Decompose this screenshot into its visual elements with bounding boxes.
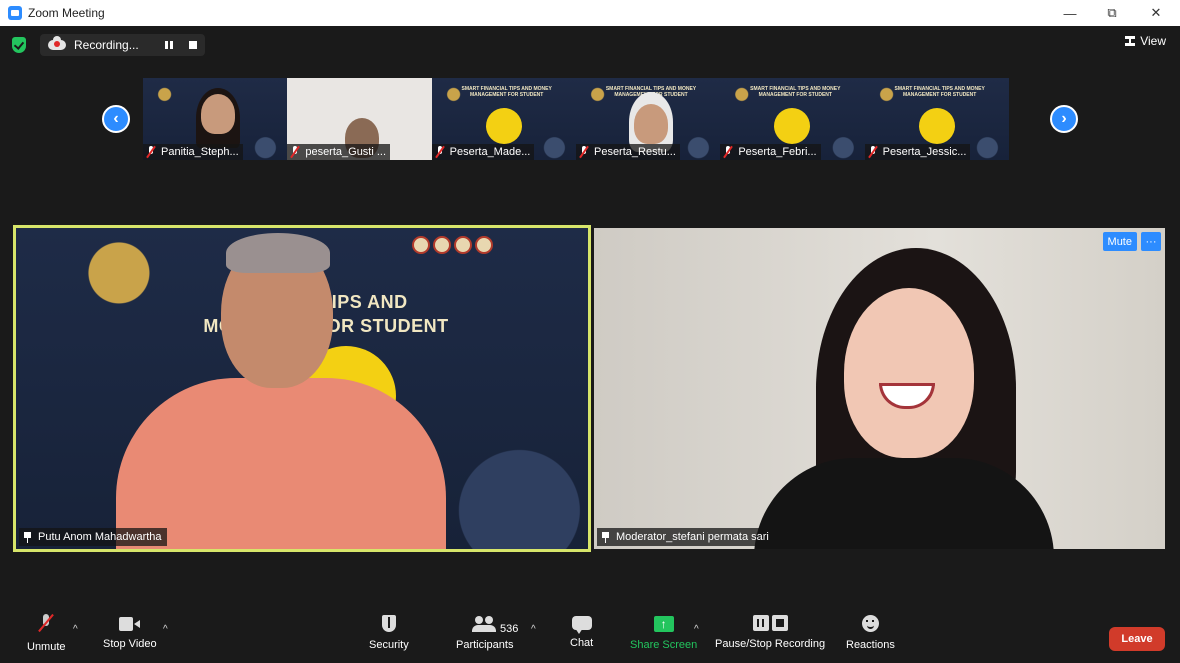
zoom-app-icon: [8, 6, 22, 20]
participants-icon: [471, 616, 498, 632]
participant-thumbnail[interactable]: SMART FINANCIAL TIPS AND MONEY MANAGEMEN…: [864, 78, 1009, 160]
mic-muted-icon: [723, 146, 733, 158]
sun-graphic: [918, 108, 955, 144]
active-speaker-tile[interactable]: SMA AL TIPS AND MONEY M T FOR STUDENT Pu…: [13, 225, 591, 552]
participant-name: Peserta_Made...: [449, 146, 531, 158]
participant-name: Peserta_Jessic...: [882, 146, 967, 158]
stop-recording-icon[interactable]: [188, 41, 197, 49]
moderator-name: Moderator_stefani permata sari: [616, 531, 769, 543]
meeting-stage: Recording... View ‹ › Panitia_Steph... p…: [0, 26, 1180, 663]
chat-button[interactable]: Chat: [570, 614, 593, 649]
encryption-shield-icon[interactable]: [12, 37, 26, 53]
participant-name-tag: Peserta_Febri...: [720, 144, 821, 160]
participant-name: Panitia_Steph...: [161, 146, 239, 158]
pause-stop-recording-button[interactable]: Pause/Stop Recording: [715, 614, 825, 650]
moderator-name-tag: Moderator_stefani permata sari: [597, 528, 774, 546]
participants-label: Participants: [456, 639, 514, 651]
stop-video-button[interactable]: Stop Video: [103, 614, 157, 650]
moderator-video-face: [844, 288, 974, 458]
mic-muted-icon: [435, 146, 445, 158]
recording-indicator: Recording...: [40, 34, 205, 56]
video-camera-icon: [118, 617, 141, 631]
participants-count: 536: [500, 623, 519, 635]
sponsor-logos: [412, 236, 493, 254]
gallery-view-icon: [1125, 36, 1136, 46]
pin-icon: [23, 531, 32, 543]
participant-face: [633, 104, 668, 144]
participant-name-tag: Peserta_Made...: [431, 144, 535, 160]
security-shield-icon: [381, 615, 396, 632]
participant-thumbnail[interactable]: peserta_Gusti ...: [287, 78, 432, 160]
participant-name: Peserta_Febri...: [738, 146, 817, 158]
slide-header-text: SMART FINANCIAL TIPS AND MONEY MANAGEMEN…: [750, 86, 841, 98]
participant-name: peserta_Gusti ...: [305, 146, 387, 158]
participant-name-tag: peserta_Gusti ...: [287, 144, 391, 160]
pin-icon: [601, 531, 610, 543]
security-label: Security: [369, 639, 409, 651]
participant-thumbnail[interactable]: SMART FINANCIAL TIPS AND MONEY MANAGEMEN…: [720, 78, 865, 160]
participant-thumbnail[interactable]: Panitia_Steph...: [143, 78, 288, 160]
stop-video-label: Stop Video: [103, 638, 157, 650]
speaker-video-hair: [226, 233, 330, 273]
chat-bubble-icon: [571, 616, 592, 634]
mic-muted-icon: [146, 146, 156, 158]
chat-label: Chat: [570, 637, 594, 649]
share-options-caret[interactable]: ^: [694, 624, 699, 635]
participant-name-tag: Peserta_Restu...: [575, 144, 680, 160]
mic-muted-icon: [868, 146, 878, 158]
participant-thumbnail[interactable]: SMART FINANCIAL TIPS AND MONEY MANAGEMEN…: [431, 78, 576, 160]
unmute-button[interactable]: Unmute: [27, 614, 66, 653]
participant-name-tag: Peserta_Jessic...: [864, 144, 971, 160]
meeting-info-bar: Recording...: [12, 34, 205, 56]
mic-muted-icon: [579, 146, 589, 158]
reactions-smiley-icon: [861, 615, 879, 632]
pause-recording-icon[interactable]: [164, 41, 173, 49]
minimize-button[interactable]: —: [1048, 0, 1092, 26]
audio-options-caret[interactable]: ^: [73, 624, 78, 635]
mic-muted-icon: [290, 146, 300, 158]
participant-face: [201, 94, 235, 134]
security-button[interactable]: Security: [369, 614, 409, 651]
microphone-muted-icon: [39, 614, 53, 634]
speaker-name-tag: Putu Anom Mahadwartha: [19, 528, 167, 546]
reactions-label: Reactions: [846, 639, 895, 651]
cloud-recording-icon: [48, 36, 66, 50]
mute-participant-button[interactable]: Mute: [1102, 232, 1137, 251]
unmute-label: Unmute: [27, 641, 66, 653]
moderator-tile[interactable]: Mute ··· Moderator_stefani permata sari: [594, 228, 1165, 549]
title-bar: Zoom Meeting — ⧉ ✕: [0, 0, 1180, 26]
participant-name-tag: Panitia_Steph...: [143, 144, 243, 160]
more-options-button[interactable]: ···: [1141, 232, 1161, 251]
slide-header-text: SMART FINANCIAL TIPS AND MONEY MANAGEMEN…: [461, 86, 552, 98]
slide-header-text: SMART FINANCIAL TIPS AND MONEY MANAGEMEN…: [894, 86, 985, 98]
restore-button[interactable]: ⧉: [1090, 0, 1134, 26]
meeting-controls-toolbar: Unmute ^ Stop Video ^ Security Participa…: [0, 604, 1180, 663]
speaker-video-body: [116, 378, 446, 549]
speaker-name: Putu Anom Mahadwartha: [38, 531, 162, 543]
share-screen-button[interactable]: ↑ Share Screen: [630, 614, 697, 651]
participant-name: Peserta_Restu...: [593, 146, 676, 158]
pause-stop-recording-label: Pause/Stop Recording: [715, 638, 826, 650]
prev-page-button[interactable]: ‹: [102, 105, 130, 133]
next-page-button[interactable]: ›: [1050, 105, 1078, 133]
share-screen-label: Share Screen: [630, 639, 698, 651]
sun-graphic: [485, 108, 522, 144]
participant-thumbnail[interactable]: SMART FINANCIAL TIPS AND MONEY MANAGEMEN…: [575, 78, 721, 160]
participant-thumbnail-strip: Panitia_Steph... peserta_Gusti ... SMART…: [143, 78, 1009, 160]
recording-label: Recording...: [74, 38, 139, 52]
share-screen-icon: ↑: [653, 616, 674, 632]
view-label: View: [1140, 34, 1166, 48]
video-options-caret[interactable]: ^: [163, 624, 168, 635]
leave-button[interactable]: Leave: [1109, 627, 1165, 651]
close-button[interactable]: ✕: [1134, 0, 1178, 26]
pause-stop-recording-icon: [752, 615, 788, 631]
view-button[interactable]: View: [1125, 34, 1166, 48]
participants-options-caret[interactable]: ^: [531, 624, 536, 635]
reactions-button[interactable]: Reactions: [846, 614, 895, 651]
window-title: Zoom Meeting: [28, 6, 105, 20]
